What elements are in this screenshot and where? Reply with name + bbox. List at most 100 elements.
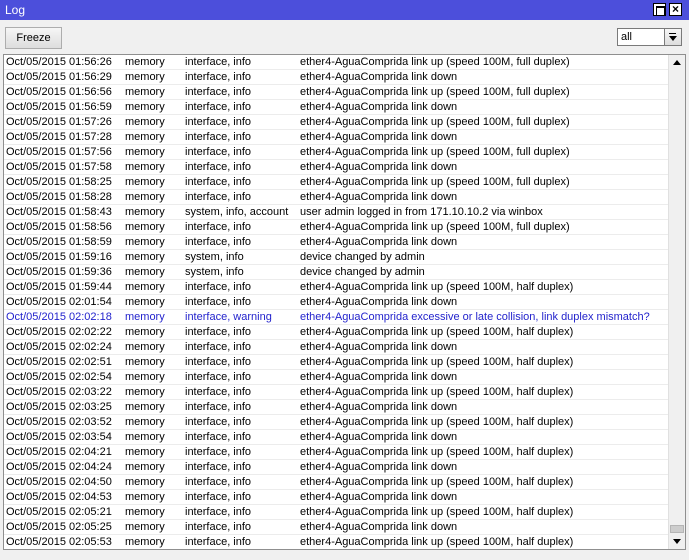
log-row[interactable]: Oct/05/2015 02:01:54 memory interface, inf… bbox=[4, 295, 668, 310]
log-message: ether4-AguaComprida link down bbox=[300, 491, 458, 503]
log-row[interactable]: Oct/05/2015 02:04:24 memory interface, inf… bbox=[4, 460, 668, 475]
log-time: Oct/05/2015 01:59:36 bbox=[6, 266, 112, 278]
log-topics: interface, info bbox=[185, 86, 252, 98]
log-row[interactable]: Oct/05/2015 01:57:26 memory interface, inf… bbox=[4, 115, 668, 130]
log-time: Oct/05/2015 02:02:24 bbox=[6, 341, 112, 353]
log-buffer: memory bbox=[125, 146, 165, 158]
log-row[interactable]: Oct/05/2015 02:03:25 memory interface, inf… bbox=[4, 400, 668, 415]
log-topics: system, info bbox=[185, 266, 244, 278]
log-row[interactable]: Oct/05/2015 01:58:43 memory system, info, … bbox=[4, 205, 668, 220]
log-message: ether4-AguaComprida link up (speed 100M,… bbox=[300, 386, 574, 398]
log-row[interactable]: Oct/05/2015 01:59:44 memory interface, inf… bbox=[4, 280, 668, 295]
log-message: ether4-AguaComprida link down bbox=[300, 371, 458, 383]
log-buffer: memory bbox=[125, 266, 165, 278]
title-bar[interactable]: Log × bbox=[0, 0, 689, 20]
vertical-scrollbar[interactable] bbox=[668, 55, 685, 549]
log-buffer: memory bbox=[125, 251, 165, 263]
log-message: user admin logged in from 171.10.10.2 vi… bbox=[300, 206, 543, 218]
log-time: Oct/05/2015 02:03:54 bbox=[6, 431, 112, 443]
log-row[interactable]: Oct/05/2015 01:57:28 memory interface, inf… bbox=[4, 130, 668, 145]
log-buffer: memory bbox=[125, 131, 165, 143]
log-row[interactable]: Oct/05/2015 01:57:58 memory interface, inf… bbox=[4, 160, 668, 175]
log-buffer: memory bbox=[125, 461, 165, 473]
log-row[interactable]: Oct/05/2015 02:03:22 memory interface, inf… bbox=[4, 385, 668, 400]
log-topics: interface, info bbox=[185, 56, 252, 68]
log-row[interactable]: Oct/05/2015 02:02:24 memory interface, inf… bbox=[4, 340, 668, 355]
log-message: device changed by admin bbox=[300, 266, 425, 278]
log-topics: interface, warning bbox=[185, 311, 272, 323]
log-row[interactable]: Oct/05/2015 02:05:21 memory interface, inf… bbox=[4, 505, 668, 520]
log-time: Oct/05/2015 02:04:21 bbox=[6, 446, 112, 458]
log-row[interactable]: Oct/05/2015 01:57:56 memory interface, inf… bbox=[4, 145, 668, 160]
log-row[interactable]: Oct/05/2015 01:56:29 memory interface, inf… bbox=[4, 70, 668, 85]
scroll-down-icon[interactable] bbox=[669, 533, 685, 549]
log-buffer: memory bbox=[125, 386, 165, 398]
log-row[interactable]: Oct/05/2015 01:58:56 memory interface, inf… bbox=[4, 220, 668, 235]
log-row[interactable]: Oct/05/2015 01:56:26 memory interface, inf… bbox=[4, 55, 668, 70]
log-buffer: memory bbox=[125, 221, 165, 233]
log-message: ether4-AguaComprida link up (speed 100M,… bbox=[300, 221, 570, 233]
log-topics: interface, info bbox=[185, 371, 252, 383]
log-buffer: memory bbox=[125, 356, 165, 368]
log-message: ether4-AguaComprida link down bbox=[300, 191, 458, 203]
log-buffer: memory bbox=[125, 401, 165, 413]
log-row[interactable]: Oct/05/2015 01:59:16 memory system, info de… bbox=[4, 250, 668, 265]
log-time: Oct/05/2015 01:56:29 bbox=[6, 71, 112, 83]
log-topics: interface, info bbox=[185, 506, 252, 518]
log-row[interactable]: Oct/05/2015 02:02:51 memory interface, inf… bbox=[4, 355, 668, 370]
log-row[interactable]: Oct/05/2015 02:05:25 memory interface, inf… bbox=[4, 520, 668, 535]
log-row[interactable]: Oct/05/2015 01:56:56 memory interface, inf… bbox=[4, 85, 668, 100]
log-buffer: memory bbox=[125, 161, 165, 173]
log-row[interactable]: Oct/05/2015 01:58:59 memory interface, inf… bbox=[4, 235, 668, 250]
scroll-up-icon[interactable] bbox=[669, 55, 685, 71]
log-row[interactable]: Oct/05/2015 02:04:21 memory interface, inf… bbox=[4, 445, 668, 460]
close-icon[interactable]: × bbox=[669, 2, 682, 16]
log-time: Oct/05/2015 02:01:54 bbox=[6, 296, 112, 308]
log-message: ether4-AguaComprida link down bbox=[300, 521, 458, 533]
log-time: Oct/05/2015 02:02:22 bbox=[6, 326, 112, 338]
log-message: ether4-AguaComprida link up (speed 100M,… bbox=[300, 86, 570, 98]
log-row[interactable]: Oct/05/2015 02:04:53 memory interface, inf… bbox=[4, 490, 668, 505]
log-time: Oct/05/2015 02:03:25 bbox=[6, 401, 112, 413]
dropdown-arrow-icon[interactable] bbox=[665, 28, 682, 46]
log-row[interactable]: Oct/05/2015 01:58:28 memory interface, inf… bbox=[4, 190, 668, 205]
log-message: ether4-AguaComprida link up (speed 100M,… bbox=[300, 476, 574, 488]
topic-filter-select[interactable]: all bbox=[617, 28, 665, 46]
log-row[interactable]: Oct/05/2015 02:03:52 memory interface, inf… bbox=[4, 415, 668, 430]
freeze-button[interactable]: Freeze bbox=[5, 27, 62, 49]
log-message: ether4-AguaComprida link down bbox=[300, 431, 458, 443]
log-message: device changed by admin bbox=[300, 251, 425, 263]
log-topics: interface, info bbox=[185, 296, 252, 308]
log-buffer: memory bbox=[125, 281, 165, 293]
log-topics: system, info bbox=[185, 251, 244, 263]
log-buffer: memory bbox=[125, 86, 165, 98]
log-topics: interface, info bbox=[185, 446, 252, 458]
log-time: Oct/05/2015 02:05:21 bbox=[6, 506, 112, 518]
log-row[interactable]: Oct/05/2015 02:05:53 memory interface, inf… bbox=[4, 535, 668, 549]
log-topics: interface, info bbox=[185, 101, 252, 113]
log-rows: Oct/05/2015 01:56:26 memory interface, inf… bbox=[4, 55, 668, 549]
log-buffer: memory bbox=[125, 326, 165, 338]
log-row[interactable]: Oct/05/2015 02:03:54 memory interface, inf… bbox=[4, 430, 668, 445]
log-topics: interface, info bbox=[185, 71, 252, 83]
log-time: Oct/05/2015 02:03:52 bbox=[6, 416, 112, 428]
log-buffer: memory bbox=[125, 56, 165, 68]
log-time: Oct/05/2015 01:57:26 bbox=[6, 116, 112, 128]
log-topics: interface, info bbox=[185, 341, 252, 353]
log-row[interactable]: Oct/05/2015 01:58:25 memory interface, inf… bbox=[4, 175, 668, 190]
log-row[interactable]: Oct/05/2015 01:56:59 memory interface, inf… bbox=[4, 100, 668, 115]
log-row[interactable]: Oct/05/2015 01:59:36 memory system, info de… bbox=[4, 265, 668, 280]
log-message: ether4-AguaComprida link up (speed 100M,… bbox=[300, 176, 570, 188]
log-topics: interface, info bbox=[185, 116, 252, 128]
log-time: Oct/05/2015 01:58:25 bbox=[6, 176, 112, 188]
log-time: Oct/05/2015 02:04:50 bbox=[6, 476, 112, 488]
log-row[interactable]: Oct/05/2015 02:02:54 memory interface, inf… bbox=[4, 370, 668, 385]
log-row[interactable]: Oct/05/2015 02:02:22 memory interface, inf… bbox=[4, 325, 668, 340]
log-row[interactable]: Oct/05/2015 02:04:50 memory interface, inf… bbox=[4, 475, 668, 490]
maximize-icon[interactable] bbox=[653, 3, 666, 16]
scroll-thumb[interactable] bbox=[670, 525, 684, 533]
log-row[interactable]: Oct/05/2015 02:02:18 memory interface, war… bbox=[4, 310, 668, 325]
log-message: ether4-AguaComprida link up (speed 100M,… bbox=[300, 116, 570, 128]
log-topics: interface, info bbox=[185, 236, 252, 248]
log-buffer: memory bbox=[125, 431, 165, 443]
